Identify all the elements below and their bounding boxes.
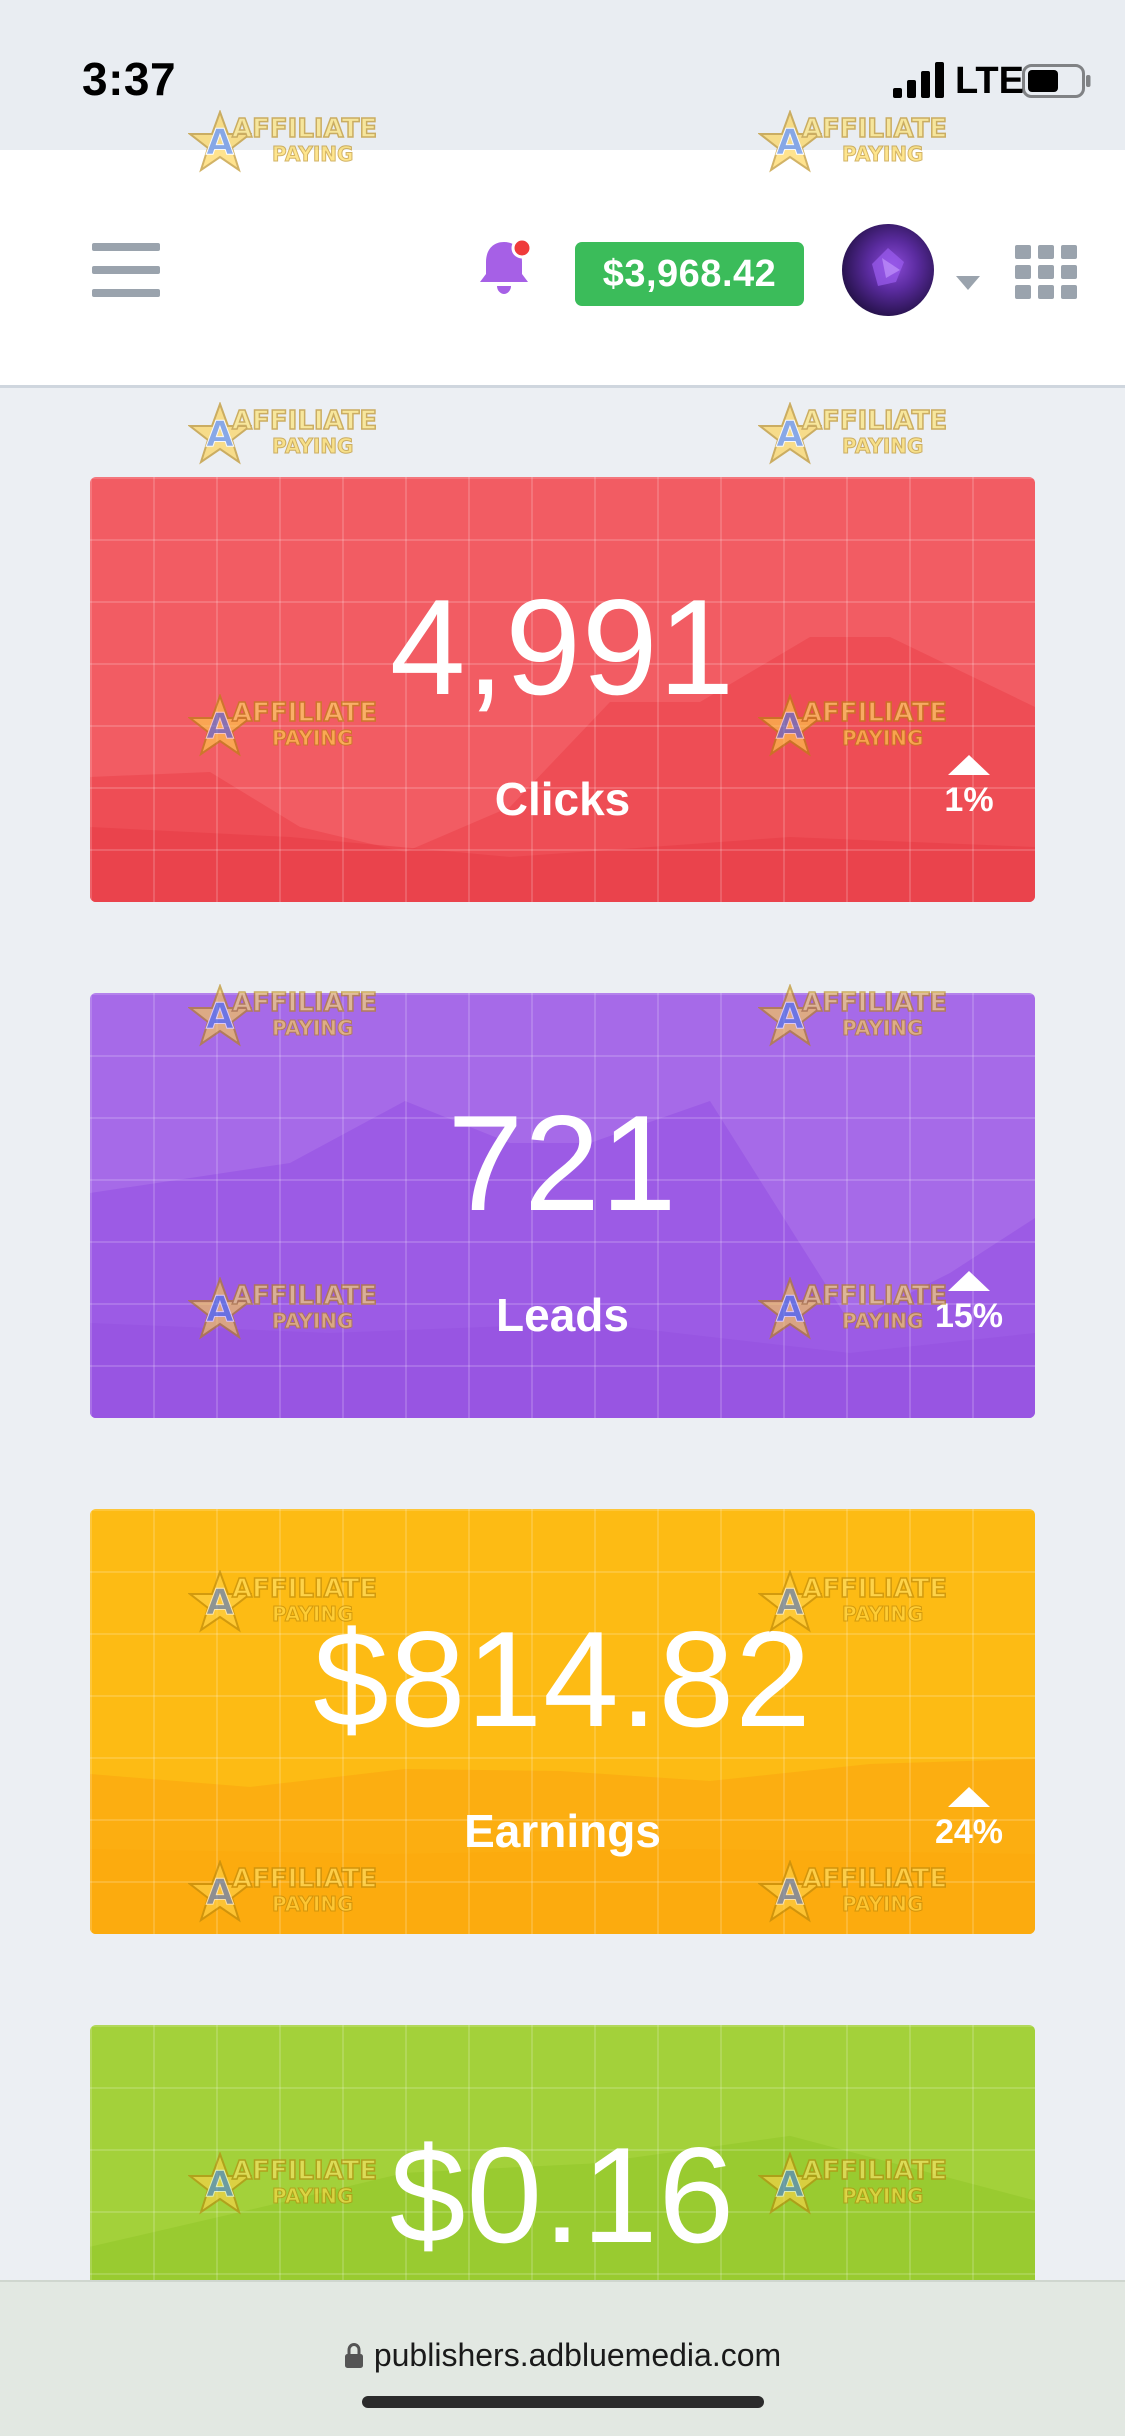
clicks-trend: 1% (929, 755, 1009, 820)
earnings-trend-percent: 24% (934, 1813, 1004, 1851)
bell-icon[interactable] (474, 234, 538, 298)
leads-value: 721 (447, 1087, 678, 1239)
status-time: 3:37 (82, 53, 177, 105)
clicks-value: 4,991 (389, 571, 736, 723)
balance-badge[interactable]: $3,968.42 (575, 242, 804, 306)
leads-trend: 15% (929, 1271, 1009, 1336)
clicks-trend-percent: 1% (944, 781, 994, 819)
user-avatar[interactable] (842, 224, 934, 316)
leads-trend-percent: 15% (934, 1297, 1004, 1335)
battery-icon (1022, 64, 1091, 98)
trend-up-icon (948, 1271, 990, 1291)
home-indicator[interactable] (362, 2396, 764, 2408)
earnings-trend: 24% (929, 1787, 1009, 1852)
clicks-label: Clicks (494, 773, 631, 825)
grid-apps-icon[interactable] (1015, 245, 1077, 301)
leads-label: Leads (496, 1289, 629, 1341)
trend-up-icon (948, 755, 990, 775)
lock-icon (344, 2343, 363, 2368)
watermark-logo: A AFFILIATE PAYING (758, 400, 958, 474)
status-bar: 3:37 LTE (0, 0, 1125, 150)
earnings-value: $814.82 (313, 1603, 812, 1755)
stat-card-clicks[interactable]: 4,991 Clicks 1% (90, 477, 1035, 902)
trend-up-icon (948, 1787, 990, 1807)
app-header: $3,968.42 (0, 150, 1125, 388)
hamburger-menu-icon[interactable] (92, 243, 160, 297)
stat-card-earnings[interactable]: $814.82 Earnings 24% (90, 1509, 1035, 1934)
earnings-label: Earnings (464, 1805, 661, 1857)
watermark-logo: A AFFILIATE PAYING (188, 400, 388, 474)
browser-url[interactable]: publishers.adbluemedia.com (0, 2337, 1125, 2374)
cellular-signal-icon (893, 62, 944, 98)
chevron-down-icon[interactable] (956, 276, 980, 292)
stat-card-leads[interactable]: 721 Leads 15% (90, 993, 1035, 1418)
browser-address-bar[interactable]: publishers.adbluemedia.com (0, 2280, 1125, 2436)
network-type: LTE (955, 60, 1024, 102)
epc-value: $0.16 (389, 2119, 736, 2271)
browser-url-text: publishers.adbluemedia.com (373, 2337, 782, 2373)
